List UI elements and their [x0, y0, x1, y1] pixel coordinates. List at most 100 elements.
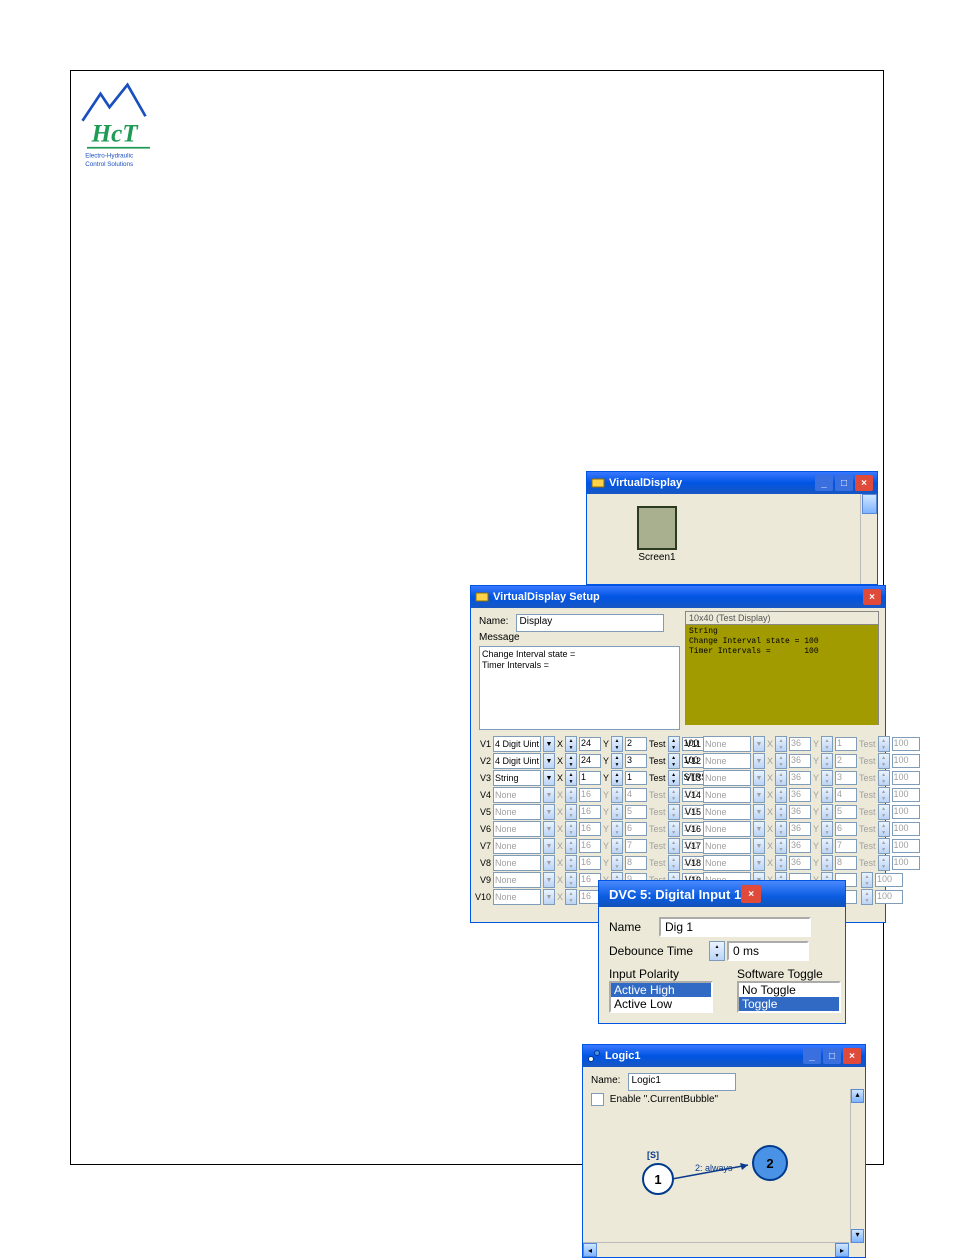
- maximize-button[interactable]: □: [823, 1048, 841, 1064]
- toggle-option-1[interactable]: Toggle: [739, 997, 839, 1011]
- test-input: 100: [892, 754, 920, 768]
- vrow-V16: V16 None▼ X▲▼36 Y▲▼6 Test▲▼100: [685, 821, 920, 837]
- vertical-scrollbar[interactable]: [860, 494, 877, 584]
- vrow-type-select[interactable]: String: [493, 770, 541, 786]
- vrow-V5: V5 None▼ X▲▼16 Y▲▼5 Test▲▼100: [475, 804, 710, 820]
- y-label: Y: [813, 790, 819, 800]
- dropdown-icon[interactable]: ▼: [753, 787, 765, 803]
- vrow-type-select[interactable]: None: [703, 821, 751, 837]
- enable-bubble-checkbox[interactable]: [591, 1093, 604, 1106]
- x-spinner[interactable]: ▲▼: [565, 770, 577, 786]
- vrow-type-select[interactable]: None: [703, 736, 751, 752]
- dropdown-icon[interactable]: ▼: [753, 736, 765, 752]
- y-input[interactable]: 1: [625, 771, 647, 785]
- maximize-button[interactable]: □: [835, 475, 853, 491]
- vrow-type-select[interactable]: 4 Digit Uint: [493, 753, 541, 769]
- dropdown-icon[interactable]: ▼: [543, 821, 555, 837]
- y-spinner: ▲▼: [611, 821, 623, 837]
- vrow-type-select[interactable]: None: [703, 804, 751, 820]
- x-input[interactable]: 24: [579, 754, 601, 768]
- vrow-type-select[interactable]: None: [703, 753, 751, 769]
- vrow-type-select[interactable]: 4 Digit Uint: [493, 736, 541, 752]
- debounce-input[interactable]: 0 ms: [727, 941, 809, 961]
- vrow-type-select[interactable]: None: [493, 804, 541, 820]
- vrow-type-select[interactable]: None: [493, 821, 541, 837]
- vrow-type-select[interactable]: None: [493, 838, 541, 854]
- dropdown-icon[interactable]: ▼: [543, 736, 555, 752]
- dropdown-icon[interactable]: ▼: [543, 753, 555, 769]
- bubble-2[interactable]: 2: [752, 1145, 788, 1181]
- close-button[interactable]: ×: [843, 1048, 861, 1064]
- dropdown-icon[interactable]: ▼: [753, 855, 765, 871]
- logic-name-input[interactable]: Logic1: [628, 1073, 736, 1091]
- dropdown-icon[interactable]: ▼: [543, 872, 555, 888]
- polarity-listbox[interactable]: Active High Active Low: [609, 981, 713, 1013]
- vrow-type-select[interactable]: None: [703, 838, 751, 854]
- logic-titlebar[interactable]: Logic1 _ □ ×: [583, 1045, 865, 1067]
- minimize-button[interactable]: _: [803, 1048, 821, 1064]
- vrow-type-select[interactable]: None: [703, 787, 751, 803]
- vrow-V2: V2 4 Digit Uint▼ X▲▼24 Y▲▼3 Test▲▼100: [475, 753, 710, 769]
- polarity-option-1[interactable]: Active Low: [611, 997, 711, 1011]
- dropdown-icon[interactable]: ▼: [753, 821, 765, 837]
- name-input[interactable]: Display: [516, 614, 664, 632]
- x-input[interactable]: 24: [579, 737, 601, 751]
- y-spinner[interactable]: ▲▼: [611, 753, 623, 769]
- y-spinner[interactable]: ▲▼: [611, 770, 623, 786]
- dropdown-icon[interactable]: ▼: [753, 770, 765, 786]
- x-label: X: [557, 841, 563, 851]
- test-spinner[interactable]: ▲▼: [668, 770, 680, 786]
- debounce-spinner[interactable]: ▲▼: [709, 941, 725, 961]
- screen1-icon[interactable]: Screen1: [637, 506, 677, 563]
- test-label: Test: [649, 756, 666, 766]
- dropdown-icon[interactable]: ▼: [753, 753, 765, 769]
- preview-header: 10x40 (Test Display): [686, 612, 878, 625]
- message-textarea[interactable]: Change Interval state = Timer Intervals …: [479, 646, 680, 730]
- virtual-display-titlebar[interactable]: VirtualDisplay _ □ ×: [587, 472, 877, 494]
- y-spinner[interactable]: ▲▼: [611, 736, 623, 752]
- vertical-scrollbar[interactable]: ▴ ▾: [850, 1089, 865, 1243]
- close-button[interactable]: ×: [855, 475, 873, 491]
- x-label: X: [557, 739, 563, 749]
- minimize-button[interactable]: _: [815, 475, 833, 491]
- setup-titlebar[interactable]: VirtualDisplay Setup ×: [471, 586, 885, 608]
- dropdown-icon[interactable]: ▼: [543, 838, 555, 854]
- x-input[interactable]: 1: [579, 771, 601, 785]
- y-spinner: ▲▼: [611, 855, 623, 871]
- test-spinner[interactable]: ▲▼: [668, 753, 680, 769]
- vrow-type-select[interactable]: None: [493, 787, 541, 803]
- vrow-type-select[interactable]: None: [493, 872, 541, 888]
- y-input[interactable]: 2: [625, 737, 647, 751]
- close-button[interactable]: ×: [741, 885, 761, 903]
- x-spinner[interactable]: ▲▼: [565, 753, 577, 769]
- dropdown-icon[interactable]: ▼: [543, 889, 555, 905]
- horizontal-scrollbar[interactable]: ◂ ▸: [583, 1242, 849, 1257]
- close-button[interactable]: ×: [863, 589, 881, 605]
- vrow-type-select[interactable]: None: [703, 770, 751, 786]
- x-spinner: ▲▼: [775, 838, 787, 854]
- dropdown-icon[interactable]: ▼: [753, 838, 765, 854]
- vrow-type-select[interactable]: None: [493, 855, 541, 871]
- dropdown-icon[interactable]: ▼: [753, 804, 765, 820]
- toggle-option-0[interactable]: No Toggle: [739, 983, 839, 997]
- vrow-id: V8: [475, 858, 491, 868]
- vrow-V11: V11 None▼ X▲▼36 Y▲▼1 Test▲▼100: [685, 736, 920, 752]
- test-spinner[interactable]: ▲▼: [668, 736, 680, 752]
- x-spinner: ▲▼: [565, 889, 577, 905]
- test-spinner: ▲▼: [668, 838, 680, 854]
- polarity-option-0[interactable]: Active High: [611, 983, 711, 997]
- dropdown-icon[interactable]: ▼: [543, 770, 555, 786]
- dvc5-titlebar[interactable]: DVC 5: Digital Input 1 ×: [599, 881, 845, 907]
- vrow-type-select[interactable]: None: [703, 855, 751, 871]
- dropdown-icon[interactable]: ▼: [543, 804, 555, 820]
- enable-bubble-row[interactable]: Enable ".CurrentBubble": [591, 1093, 718, 1106]
- y-label: Y: [813, 756, 819, 766]
- y-input[interactable]: 3: [625, 754, 647, 768]
- x-spinner[interactable]: ▲▼: [565, 736, 577, 752]
- dropdown-icon[interactable]: ▼: [543, 855, 555, 871]
- toggle-listbox[interactable]: No Toggle Toggle: [737, 981, 841, 1013]
- dvc-name-input[interactable]: Dig 1: [659, 917, 811, 937]
- logic-canvas[interactable]: [S] 1 2 2: always: [587, 1113, 849, 1241]
- vrow-type-select[interactable]: None: [493, 889, 541, 905]
- dropdown-icon[interactable]: ▼: [543, 787, 555, 803]
